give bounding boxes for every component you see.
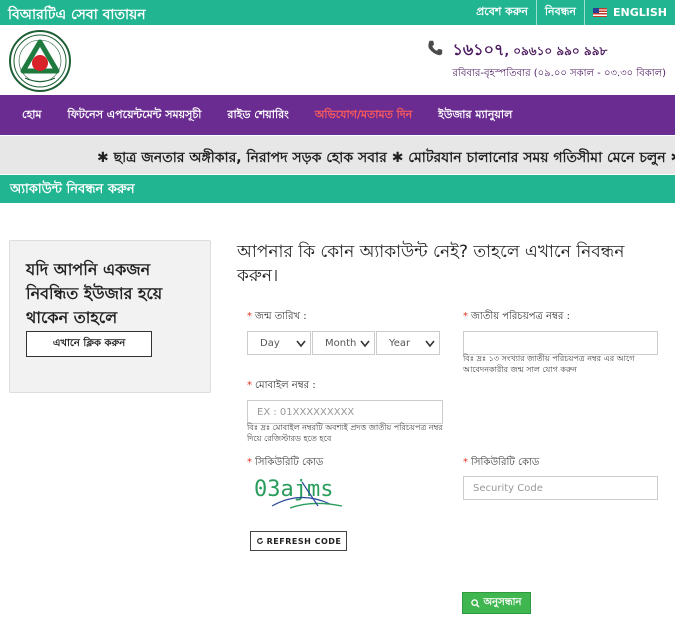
- month-select-value: Month: [325, 337, 357, 349]
- mobile-label-text: মোবাইল নম্বর :: [255, 380, 316, 391]
- security-code-input[interactable]: Security Code: [463, 476, 658, 500]
- nid-hint: বিঃ দ্রঃ ১৩ সংখ্যার জাতীয় পরিচয়পত্র নম…: [463, 354, 635, 374]
- nid-label: * জাতীয় পরিচয়পত্র নম্বর :: [463, 311, 570, 322]
- hotline-info: ১৬১০৭, ০৯৬১০ ৯৯০ ৯৯৮ রবিবার-বৃহস্পতিবার …: [428, 37, 666, 83]
- year-select[interactable]: Year: [376, 331, 440, 355]
- mobile-label: * মোবাইল নম্বর :: [247, 380, 316, 391]
- brta-logo[interactable]: [9, 30, 71, 92]
- hotline-number: ১৬১০৭, ০৯৬১০ ৯৯০ ৯৯৮: [452, 37, 666, 64]
- dob-label: * জন্ম তারিখ :: [247, 311, 307, 322]
- nid-input[interactable]: [463, 331, 658, 355]
- existing-user-card: যদি আপনি একজন নিবন্ধিত ইউজার হয়ে থাকেন …: [9, 240, 211, 393]
- year-select-value: Year: [389, 337, 411, 349]
- nid-label-text: জাতীয় পরিচয়পত্র নম্বর :: [471, 311, 570, 322]
- nav-ride-sharing[interactable]: রাইড শেয়ারিং: [227, 106, 288, 125]
- section-title: অ্যাকাউন্ট নিবন্ধন করুন: [10, 182, 135, 197]
- language-label: ENGLISH: [613, 6, 667, 19]
- month-select[interactable]: Month: [312, 331, 375, 355]
- refresh-icon: [256, 537, 263, 544]
- nav-home[interactable]: হোম: [22, 106, 42, 125]
- register-link[interactable]: নিবন্ধন: [535, 0, 584, 25]
- mobile-placeholder: EX : 01XXXXXXXXX: [257, 406, 355, 418]
- existing-user-message: যদি আপনি একজন নিবন্ধিত ইউজার হয়ে থাকেন …: [26, 260, 163, 327]
- captcha-label-text: সিকিউরিটি কোড: [255, 457, 324, 468]
- top-bar: বিআরটিএ সেবা বাতায়ন প্রবেশ করুন নিবন্ধন…: [0, 0, 675, 25]
- mobile-hint: বিঃ দ্রঃ মোবাইল নম্বরটি অবশ্যই প্রদত্ত জ…: [247, 423, 443, 443]
- language-switch[interactable]: ENGLISH: [584, 0, 675, 25]
- caret-down-icon: [296, 340, 306, 348]
- login-link[interactable]: প্রবেশ করুন: [468, 0, 536, 25]
- refresh-code-button[interactable]: REFRESH CODE: [250, 531, 347, 551]
- nav-fitness-schedule[interactable]: ফিটনেস এপয়েন্টমেন্ট সময়সূচী: [68, 106, 202, 125]
- notice-marquee: ✱ ছাত্র জনতার অঙ্গীকার, নিরাপদ সড়ক হোক …: [0, 136, 675, 174]
- us-flag-icon: [593, 8, 608, 17]
- security-label-text: সিকিউরিটি কোড: [471, 457, 540, 468]
- nav-user-manual[interactable]: ইউজার ম্যানুয়াল: [438, 106, 512, 125]
- hotline-alt: , ০৯৬১০ ৯৯০ ৯৯৮: [504, 44, 608, 58]
- office-hours: রবিবার-বৃহস্পতিবার (০৯.০০ সকাল - ০৩.৩০ ব…: [452, 68, 666, 79]
- header: ১৬১০৭, ০৯৬১০ ৯৯০ ৯৯৮ রবিবার-বৃহস্পতিবার …: [0, 25, 675, 95]
- search-icon: [471, 598, 481, 608]
- captcha-image: 03ajms: [250, 470, 370, 514]
- day-select[interactable]: Day: [247, 331, 311, 355]
- search-label: অনুসন্ধান: [483, 596, 522, 608]
- section-header: অ্যাকাউন্ট নিবন্ধন করুন: [0, 175, 675, 203]
- search-button[interactable]: অনুসন্ধান: [462, 592, 531, 614]
- nav-complaint[interactable]: অভিযোগ/মতামত দিন: [315, 106, 412, 125]
- hotline-short: ১৬১০৭: [452, 40, 505, 59]
- mobile-input[interactable]: EX : 01XXXXXXXXX: [247, 400, 443, 424]
- phone-icon: [428, 40, 443, 56]
- main-nav: হোম ফিটনেস এপয়েন্টমেন্ট সময়সূচী রাইড শ…: [0, 95, 675, 135]
- caret-down-icon: [425, 340, 435, 348]
- security-placeholder: Security Code: [473, 482, 543, 494]
- dob-label-text: জন্ম তারিখ :: [255, 311, 307, 322]
- refresh-label: REFRESH CODE: [266, 536, 342, 546]
- site-brand[interactable]: বিআরটিএ সেবা বাতায়ন: [8, 3, 146, 27]
- click-here-button[interactable]: এখানে ক্লিক করুন: [26, 331, 152, 357]
- marquee-text: ✱ ছাত্র জনতার অঙ্গীকার, নিরাপদ সড়ক হোক …: [97, 150, 675, 166]
- top-links: প্রবেশ করুন নিবন্ধন ENGLISH: [468, 0, 675, 25]
- day-select-value: Day: [260, 337, 280, 349]
- caret-down-icon: [360, 340, 370, 348]
- form-title: আপনার কি কোন অ্যাকাউন্ট নেই? তাহলে এখানে…: [237, 242, 625, 286]
- security-label: * সিকিউরিটি কোড: [463, 457, 540, 468]
